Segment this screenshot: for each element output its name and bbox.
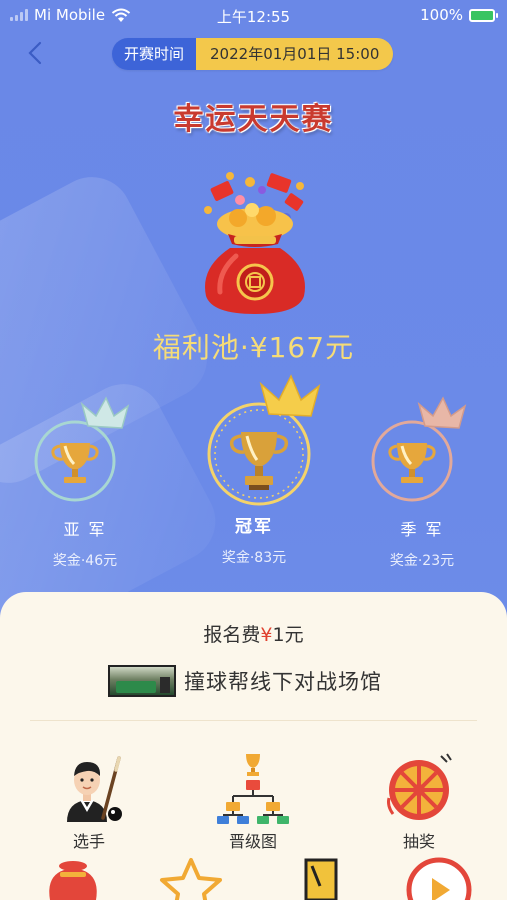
venue-name: 撞球帮线下对战场馆 bbox=[184, 670, 382, 694]
registration-panel: 报名费¥1元 撞球帮线下对战场馆 选手 晋级图 抽奖 bbox=[0, 592, 507, 900]
prize-rank: 亚 军 bbox=[63, 520, 107, 539]
back-chevron-icon[interactable] bbox=[24, 40, 48, 66]
gold-crown-trophy-icon bbox=[207, 374, 321, 506]
menu-label: 晋级图 bbox=[228, 832, 277, 851]
battery-icon bbox=[469, 8, 498, 22]
play-button-icon[interactable] bbox=[402, 854, 476, 900]
prize-third: 季 军 奖金·23元 bbox=[342, 396, 502, 570]
prize-pool-total: 福利池·¥167元 bbox=[152, 331, 355, 364]
battery-group: 100% bbox=[420, 6, 498, 24]
silver-crown-trophy-icon bbox=[34, 396, 130, 502]
menu-bracket[interactable]: 晋级图 bbox=[198, 752, 308, 852]
menu-players[interactable]: 选手 bbox=[34, 752, 144, 852]
menu-label: 选手 bbox=[72, 832, 105, 851]
bronze-crown-trophy-icon bbox=[371, 396, 467, 502]
screen: Mi Mobile 上午12:55 100% 开赛时间 2022年01月01日 … bbox=[0, 0, 507, 900]
start-time-value: 2022年01月01日 15:00 bbox=[196, 38, 394, 70]
venue-link[interactable]: 撞球帮线下对战场馆 bbox=[108, 665, 382, 697]
registration-fee: 报名费¥1元 bbox=[0, 620, 507, 647]
prize-rank: 季 军 bbox=[400, 520, 444, 539]
player-icon bbox=[67, 756, 122, 822]
fee-amount: 1元 bbox=[272, 624, 304, 646]
card-icon[interactable] bbox=[292, 856, 352, 900]
money-bag-icon[interactable] bbox=[38, 860, 108, 900]
prize-runner-up: 亚 军 奖金·46元 bbox=[5, 396, 165, 570]
fee-currency: ¥ bbox=[260, 624, 273, 646]
lottery-wheel-icon bbox=[387, 753, 452, 820]
money-bag-icon bbox=[204, 172, 305, 314]
menu-lottery[interactable]: 抽奖 bbox=[364, 752, 474, 852]
menu-label: 抽奖 bbox=[402, 832, 435, 851]
venue-thumbnail bbox=[108, 665, 176, 697]
start-time-label: 开赛时间 bbox=[112, 38, 197, 70]
fee-label: 报名费 bbox=[203, 624, 261, 646]
divider bbox=[30, 720, 477, 721]
status-bar: Mi Mobile 上午12:55 100% bbox=[0, 0, 507, 30]
prize-amount: 奖金·46元 bbox=[52, 553, 118, 569]
start-time-pill: 开赛时间 2022年01月01日 15:00 bbox=[112, 38, 394, 70]
prize-amount: 奖金·83元 bbox=[221, 550, 287, 566]
battery-percent: 100% bbox=[420, 6, 463, 24]
prize-amount: 奖金·23元 bbox=[389, 553, 455, 569]
bracket-icon bbox=[217, 754, 289, 824]
prize-champion: 冠军 奖金·83元 bbox=[174, 374, 334, 567]
prize-rank: 冠军 bbox=[235, 517, 273, 537]
page-title: 幸运天天赛 bbox=[173, 102, 334, 137]
star-icon[interactable] bbox=[156, 856, 226, 900]
